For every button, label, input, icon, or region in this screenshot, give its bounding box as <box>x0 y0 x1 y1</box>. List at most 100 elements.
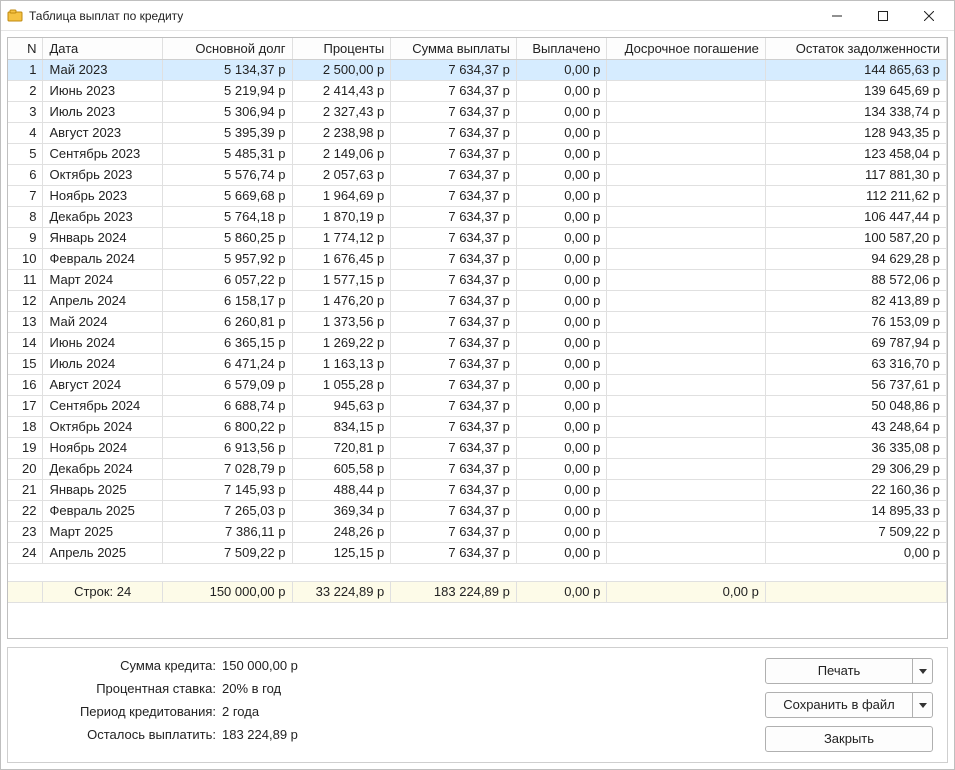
cell-payment: 7 634,37 р <box>391 122 517 143</box>
table-row[interactable]: 22Февраль 20257 265,03 р369,34 р7 634,37… <box>8 500 947 521</box>
cell-n: 8 <box>8 206 43 227</box>
table-row[interactable]: 3Июль 20235 306,94 р2 327,43 р7 634,37 р… <box>8 101 947 122</box>
cell-principal: 5 860,25 р <box>162 227 292 248</box>
cell-payment: 7 634,37 р <box>391 521 517 542</box>
cell-early <box>607 332 765 353</box>
cell-date: Февраль 2025 <box>43 500 162 521</box>
cell-n: 3 <box>8 101 43 122</box>
cell-interest: 1 964,69 р <box>292 185 391 206</box>
cell-payment: 7 634,37 р <box>391 227 517 248</box>
table-row[interactable]: 20Декабрь 20247 028,79 р605,58 р7 634,37… <box>8 458 947 479</box>
table-row[interactable]: 15Июль 20246 471,24 р1 163,13 р7 634,37 … <box>8 353 947 374</box>
cell-interest: 248,26 р <box>292 521 391 542</box>
close-dialog-button[interactable]: Закрыть <box>765 726 933 752</box>
action-buttons: Печать Сохранить в файл Закрыть <box>765 658 933 752</box>
summary-paid: 0,00 р <box>516 581 607 602</box>
cell-payment: 7 634,37 р <box>391 500 517 521</box>
cell-payment: 7 634,37 р <box>391 437 517 458</box>
cell-early <box>607 80 765 101</box>
table-row[interactable]: 18Октябрь 20246 800,22 р834,15 р7 634,37… <box>8 416 947 437</box>
cell-early <box>607 248 765 269</box>
table-row[interactable]: 16Август 20246 579,09 р1 055,28 р7 634,3… <box>8 374 947 395</box>
cell-interest: 605,58 р <box>292 458 391 479</box>
cell-n: 16 <box>8 374 43 395</box>
chevron-down-icon <box>919 663 927 679</box>
footer-panel: Сумма кредита: 150 000,00 р Процентная с… <box>7 647 948 763</box>
cell-date: Июнь 2024 <box>43 332 162 353</box>
col-header-payment[interactable]: Сумма выплаты <box>391 38 517 59</box>
cell-payment: 7 634,37 р <box>391 206 517 227</box>
cell-paid: 0,00 р <box>516 311 607 332</box>
cell-payment: 7 634,37 р <box>391 374 517 395</box>
summary-payment: 183 224,89 р <box>391 581 517 602</box>
table-row[interactable]: 13Май 20246 260,81 р1 373,56 р7 634,37 р… <box>8 311 947 332</box>
table-row[interactable]: 9Январь 20245 860,25 р1 774,12 р7 634,37… <box>8 227 947 248</box>
cell-principal: 6 260,81 р <box>162 311 292 332</box>
chevron-down-icon <box>919 697 927 713</box>
table-row[interactable]: 12Апрель 20246 158,17 р1 476,20 р7 634,3… <box>8 290 947 311</box>
cell-interest: 1 055,28 р <box>292 374 391 395</box>
table-row[interactable]: 5Сентябрь 20235 485,31 р2 149,06 р7 634,… <box>8 143 947 164</box>
cell-date: Апрель 2025 <box>43 542 162 563</box>
cell-principal: 5 957,92 р <box>162 248 292 269</box>
cell-principal: 5 576,74 р <box>162 164 292 185</box>
remaining-label: Осталось выплатить: <box>16 727 216 742</box>
cell-early <box>607 479 765 500</box>
cell-principal: 7 265,03 р <box>162 500 292 521</box>
table-row[interactable]: 4Август 20235 395,39 р2 238,98 р7 634,37… <box>8 122 947 143</box>
grid-scroll-area[interactable]: N Дата Основной долг Проценты Сумма выпл… <box>8 38 947 638</box>
table-row[interactable]: 8Декабрь 20235 764,18 р1 870,19 р7 634,3… <box>8 206 947 227</box>
print-dropdown-button[interactable] <box>913 658 933 684</box>
table-row[interactable]: 1Май 20235 134,37 р2 500,00 р7 634,37 р0… <box>8 59 947 80</box>
col-header-principal[interactable]: Основной долг <box>162 38 292 59</box>
cell-n: 7 <box>8 185 43 206</box>
col-header-balance[interactable]: Остаток задолженности <box>765 38 946 59</box>
maximize-button[interactable] <box>860 1 906 31</box>
cell-early <box>607 374 765 395</box>
close-button[interactable] <box>906 1 952 31</box>
cell-n: 22 <box>8 500 43 521</box>
table-row[interactable]: 19Ноябрь 20246 913,56 р720,81 р7 634,37 … <box>8 437 947 458</box>
cell-early <box>607 437 765 458</box>
col-header-n[interactable]: N <box>8 38 43 59</box>
col-header-paid[interactable]: Выплачено <box>516 38 607 59</box>
cell-date: Декабрь 2024 <box>43 458 162 479</box>
cell-n: 12 <box>8 290 43 311</box>
table-row[interactable]: 23Март 20257 386,11 р248,26 р7 634,37 р0… <box>8 521 947 542</box>
table-row[interactable]: 6Октябрь 20235 576,74 р2 057,63 р7 634,3… <box>8 164 947 185</box>
table-row[interactable]: 7Ноябрь 20235 669,68 р1 964,69 р7 634,37… <box>8 185 947 206</box>
cell-early <box>607 269 765 290</box>
cell-balance: 139 645,69 р <box>765 80 946 101</box>
table-row[interactable]: 11Март 20246 057,22 р1 577,15 р7 634,37 … <box>8 269 947 290</box>
table-row[interactable]: 2Июнь 20235 219,94 р2 414,43 р7 634,37 р… <box>8 80 947 101</box>
save-dropdown-button[interactable] <box>913 692 933 718</box>
cell-paid: 0,00 р <box>516 353 607 374</box>
cell-principal: 6 800,22 р <box>162 416 292 437</box>
cell-early <box>607 143 765 164</box>
table-row[interactable]: 21Январь 20257 145,93 р488,44 р7 634,37 … <box>8 479 947 500</box>
cell-date: Август 2024 <box>43 374 162 395</box>
cell-principal: 6 471,24 р <box>162 353 292 374</box>
cell-early <box>607 542 765 563</box>
table-row[interactable]: 24Апрель 20257 509,22 р125,15 р7 634,37 … <box>8 542 947 563</box>
cell-interest: 2 057,63 р <box>292 164 391 185</box>
cell-interest: 945,63 р <box>292 395 391 416</box>
cell-date: Сентябрь 2023 <box>43 143 162 164</box>
save-to-file-button[interactable]: Сохранить в файл <box>765 692 913 718</box>
table-row[interactable]: 10Февраль 20245 957,92 р1 676,45 р7 634,… <box>8 248 947 269</box>
titlebar: Таблица выплат по кредиту <box>1 1 954 31</box>
minimize-button[interactable] <box>814 1 860 31</box>
cell-principal: 7 145,93 р <box>162 479 292 500</box>
print-button[interactable]: Печать <box>765 658 913 684</box>
cell-date: Июль 2024 <box>43 353 162 374</box>
col-header-interest[interactable]: Проценты <box>292 38 391 59</box>
col-header-date[interactable]: Дата <box>43 38 162 59</box>
cell-paid: 0,00 р <box>516 80 607 101</box>
cell-payment: 7 634,37 р <box>391 185 517 206</box>
cell-balance: 50 048,86 р <box>765 395 946 416</box>
cell-early <box>607 290 765 311</box>
table-row[interactable]: 17Сентябрь 20246 688,74 р945,63 р7 634,3… <box>8 395 947 416</box>
cell-balance: 56 737,61 р <box>765 374 946 395</box>
col-header-early[interactable]: Досрочное погашение <box>607 38 765 59</box>
table-row[interactable]: 14Июнь 20246 365,15 р1 269,22 р7 634,37 … <box>8 332 947 353</box>
